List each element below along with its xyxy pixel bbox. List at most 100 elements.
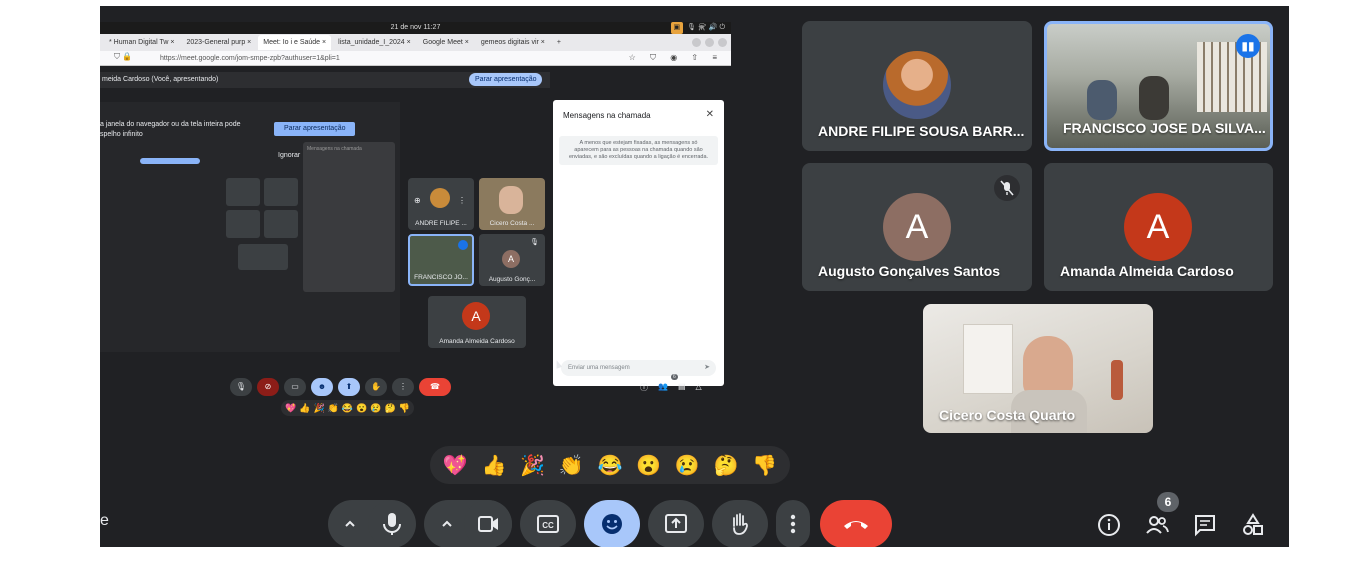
close-window-icon[interactable] (718, 38, 727, 47)
tile-cicero[interactable]: Cicero Costa Quarto (923, 304, 1153, 433)
react-laugh[interactable]: 😂 (342, 403, 353, 414)
emoji-icon (602, 514, 622, 534)
react-thumbs-up[interactable]: 👍 (482, 453, 507, 478)
nested-tile (226, 178, 260, 206)
minimize-icon[interactable] (692, 38, 701, 47)
end-call-button[interactable] (820, 500, 892, 547)
raise-hand-icon (733, 513, 748, 535)
more-options-icon[interactable]: ⋮ (392, 378, 414, 396)
react-surprised[interactable]: 😮 (356, 403, 367, 414)
present-screen-icon (665, 514, 687, 533)
mini-control-bar: 🎙 ⊘ ▭ ☻ ⬆ ✋ ⋮ ☎ (230, 378, 451, 396)
camera-icon (478, 516, 498, 532)
avatar: A (502, 250, 520, 268)
captions-icon: CC (537, 515, 559, 533)
chevron-up-icon[interactable] (340, 514, 360, 534)
avatar (430, 188, 450, 208)
nested-highlight (140, 158, 200, 164)
end-call-icon[interactable]: ☎ (419, 378, 451, 396)
react-thinking[interactable]: 🤔 (713, 453, 738, 478)
speaking-indicator-icon: ▮▮ (1236, 34, 1260, 58)
activities-icon[interactable] (1240, 512, 1266, 538)
send-icon[interactable]: ➤ (704, 360, 710, 376)
activities-icon[interactable]: △ (696, 382, 702, 393)
chat-icon[interactable] (1192, 512, 1218, 538)
raise-hand-icon[interactable]: ✋ (365, 378, 387, 396)
chat-input[interactable]: Enviar uma mensagem ➤ (561, 360, 716, 376)
react-thumbs-down[interactable]: 👎 (399, 403, 410, 414)
browser-tab[interactable]: 2023-General purp × (181, 35, 256, 50)
url-field[interactable]: https://meet.google.com/jom-smpe-zpb?aut… (160, 53, 580, 64)
react-thumbs-up[interactable]: 👍 (299, 403, 310, 414)
participant-face (1023, 336, 1073, 398)
tile-augusto[interactable]: A Augusto Gonçalves Santos (802, 163, 1032, 291)
mic-off-icon (994, 175, 1020, 201)
react-clap[interactable]: 👏 (559, 453, 584, 478)
speaking-indicator-icon (458, 240, 468, 250)
mini-tile-label: Augusto Gonç... (488, 276, 536, 283)
decor-figure (1111, 360, 1123, 400)
browser-tab[interactable]: * Human Digital Tw × (104, 35, 179, 50)
tile-amanda[interactable]: A Amanda Almeida Cardoso (1044, 163, 1273, 291)
people-icon[interactable]: 👥 (658, 382, 668, 393)
emoji-button[interactable] (584, 500, 640, 547)
browser-toolbar-icons: ☆ ⛉ ◉ ⇧ ≡ (628, 53, 723, 62)
window-buttons (692, 38, 731, 47)
mic-icon[interactable]: 🎙 (230, 378, 252, 396)
raise-hand-button[interactable] (712, 500, 768, 547)
browser-tab[interactable]: Google Meet × (418, 35, 474, 50)
react-sad[interactable]: 😢 (370, 403, 381, 414)
more-options-icon (790, 514, 796, 534)
meet-page-capture: meida Cardoso (Você, apresentando) Parar… (100, 66, 731, 448)
camera-off-icon[interactable]: ⊘ (257, 378, 279, 396)
captions-button[interactable]: CC (520, 500, 576, 547)
nested-tile (238, 244, 288, 270)
more-options-button[interactable] (776, 500, 810, 547)
react-sad[interactable]: 😢 (675, 453, 700, 478)
mini-chat-panel: Mensagens na chamada ✕ A menos que estej… (553, 100, 724, 386)
participant-video (499, 186, 523, 214)
new-tab-button[interactable]: + (552, 35, 566, 50)
react-clap[interactable]: 👏 (328, 403, 339, 414)
camera-button[interactable] (464, 500, 512, 547)
nested-ignore-link: Ignorar (278, 152, 301, 159)
mic-off-icon: 🎙 (530, 239, 539, 246)
react-sparkle-heart[interactable]: 💖 (443, 453, 468, 478)
react-party[interactable]: 🎉 (520, 453, 545, 478)
tile-francisco[interactable]: ▮▮ FRANCISCO JOSE DA SILVA... (1044, 21, 1273, 151)
react-thumbs-down[interactable]: 👎 (752, 453, 777, 478)
react-surprised[interactable]: 😮 (636, 453, 661, 478)
pin-icon[interactable]: ⊕ (414, 196, 421, 205)
info-icon[interactable] (1096, 512, 1122, 538)
react-thinking[interactable]: 🤔 (385, 403, 396, 414)
stop-presenting-button[interactable]: Parar apresentação (469, 73, 543, 86)
browser-tab[interactable]: gemeos digitais vir × (476, 35, 550, 50)
meet-stage: 21 de nov 11:27 ▣ 🎙 ⚗ 🔊 ⏻ * Human Digital… (100, 6, 1289, 547)
chat-icon[interactable]: ▤ (678, 382, 686, 393)
close-icon[interactable]: ✕ (706, 109, 714, 120)
mic-button[interactable] (368, 500, 416, 547)
people-count-badge: 6 (1157, 492, 1179, 512)
captions-icon[interactable]: ▭ (284, 378, 306, 396)
info-icon[interactable]: ⓘ (640, 382, 648, 393)
browser-tab-active[interactable]: Meet: Io i e Saúde × (258, 35, 332, 50)
emoji-icon[interactable]: ☻ (311, 378, 333, 396)
present-button[interactable] (648, 500, 704, 547)
mini-reaction-bar: 💖 👍 🎉 👏 😂 😮 😢 🤔 👎 (281, 400, 414, 416)
mini-tile-cicero: Cicero Costa ... (479, 178, 545, 230)
tile-name: Amanda Almeida Cardoso (1060, 263, 1234, 279)
tile-andre[interactable]: ANDRE FILIPE SOUSA BARR... (802, 21, 1032, 151)
mini-people-count: 6 (671, 374, 678, 380)
react-sparkle-heart[interactable]: 💖 (285, 403, 296, 414)
chevron-up-icon[interactable] (437, 514, 457, 534)
people-icon[interactable] (1144, 512, 1170, 538)
nested-chat-panel: Mensagens na chamada (303, 142, 395, 292)
react-party[interactable]: 🎉 (313, 403, 324, 414)
react-laugh[interactable]: 😂 (598, 453, 623, 478)
present-screen-icon[interactable]: ⬆ (338, 378, 360, 396)
chat-title: Mensagens na chamada (563, 111, 651, 120)
maximize-icon[interactable] (705, 38, 714, 47)
browser-tab[interactable]: lista_unidade_I_2024 × (333, 35, 416, 50)
more-options-icon[interactable]: ⋮ (458, 196, 466, 205)
mini-tile-francisco: FRANCISCO JO... (408, 234, 474, 286)
